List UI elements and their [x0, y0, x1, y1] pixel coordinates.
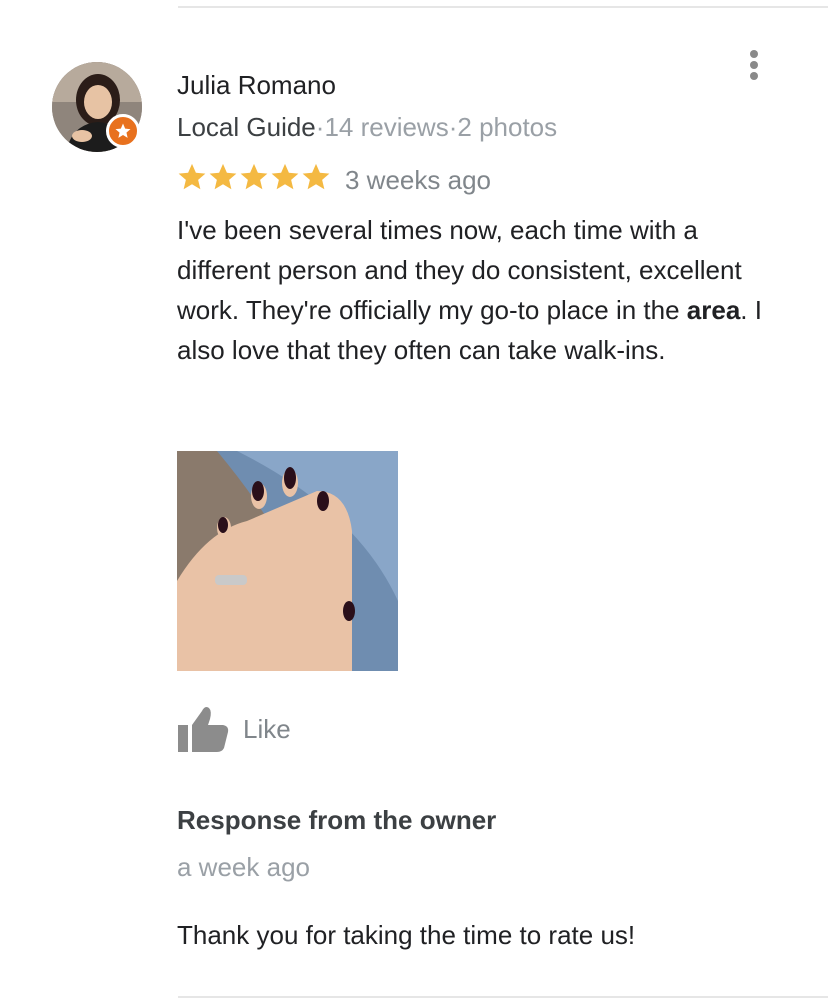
- review-photo[interactable]: [177, 451, 398, 671]
- owner-response-date: a week ago: [177, 852, 310, 882]
- review-text: I've been several times now, each time w…: [177, 210, 787, 370]
- bottom-divider: [178, 996, 828, 998]
- like-button[interactable]: Like: [177, 705, 291, 753]
- star-icon: [271, 163, 299, 190]
- reviewer-name[interactable]: Julia Romano: [177, 70, 336, 101]
- reviewer-meta: Local Guide·14 reviews·2 photos: [177, 112, 557, 143]
- photos-count: 2 photos: [457, 112, 558, 142]
- star-icon: [178, 163, 206, 190]
- thumbs-up-icon: [178, 707, 229, 752]
- owner-response-title: Response from the owner: [177, 805, 497, 835]
- like-label: Like: [243, 713, 291, 744]
- reviews-count: 14 reviews: [324, 112, 449, 142]
- review-text-highlight: area: [686, 295, 741, 325]
- star-icon: [240, 163, 268, 190]
- local-guide-badge-icon: [106, 114, 140, 148]
- star-icon: [209, 163, 237, 190]
- local-guide-label: Local Guide: [177, 112, 316, 142]
- star-icon: [302, 163, 330, 190]
- review-text-part: I've been several times now, each time w…: [177, 215, 742, 325]
- owner-response-text: Thank you for taking the time to rate us…: [177, 920, 636, 950]
- kebab-menu-icon[interactable]: [740, 48, 768, 82]
- star-rating: [177, 162, 331, 192]
- review-date: 3 weeks ago: [345, 165, 491, 195]
- top-divider: [178, 6, 828, 8]
